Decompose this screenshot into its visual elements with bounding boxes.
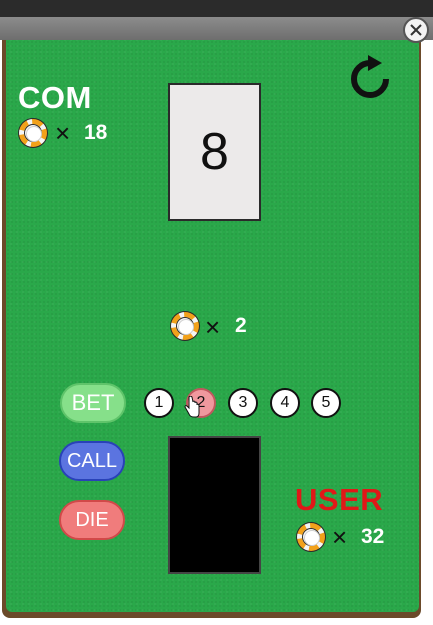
close-icon [410, 24, 422, 36]
bet-amount-1[interactable]: 1 [144, 388, 174, 418]
hand-cursor-icon [184, 396, 200, 418]
chip-icon [171, 312, 199, 340]
close-button[interactable] [403, 17, 429, 43]
com-card: 8 [168, 83, 261, 221]
com-chip-count: 18 [84, 121, 108, 144]
com-times-sign: × [55, 118, 71, 148]
call-button[interactable]: CALL [59, 441, 125, 481]
pot-chip-count: 2 [235, 314, 247, 337]
bet-amount-5[interactable]: 5 [311, 388, 341, 418]
title-bar-strip [0, 17, 433, 40]
chip-icon [19, 119, 47, 147]
game-window: COM × 18 8 × 2 BET CALL DIE 1 2 3 4 5 US… [0, 0, 433, 625]
user-card [168, 436, 261, 574]
die-button[interactable]: DIE [59, 500, 125, 540]
refresh-icon[interactable] [346, 55, 394, 103]
user-label: USER [295, 482, 384, 517]
com-card-value: 8 [200, 123, 229, 181]
pot-times-sign: × [205, 312, 221, 342]
title-bar [0, 0, 433, 40]
bet-button[interactable]: BET [60, 383, 126, 423]
chip-icon [297, 523, 325, 551]
bet-amount-4[interactable]: 4 [270, 388, 300, 418]
user-times-sign: × [332, 522, 348, 552]
user-chip-count: 32 [361, 525, 385, 548]
com-label: COM [18, 80, 92, 115]
bet-amount-3[interactable]: 3 [228, 388, 258, 418]
